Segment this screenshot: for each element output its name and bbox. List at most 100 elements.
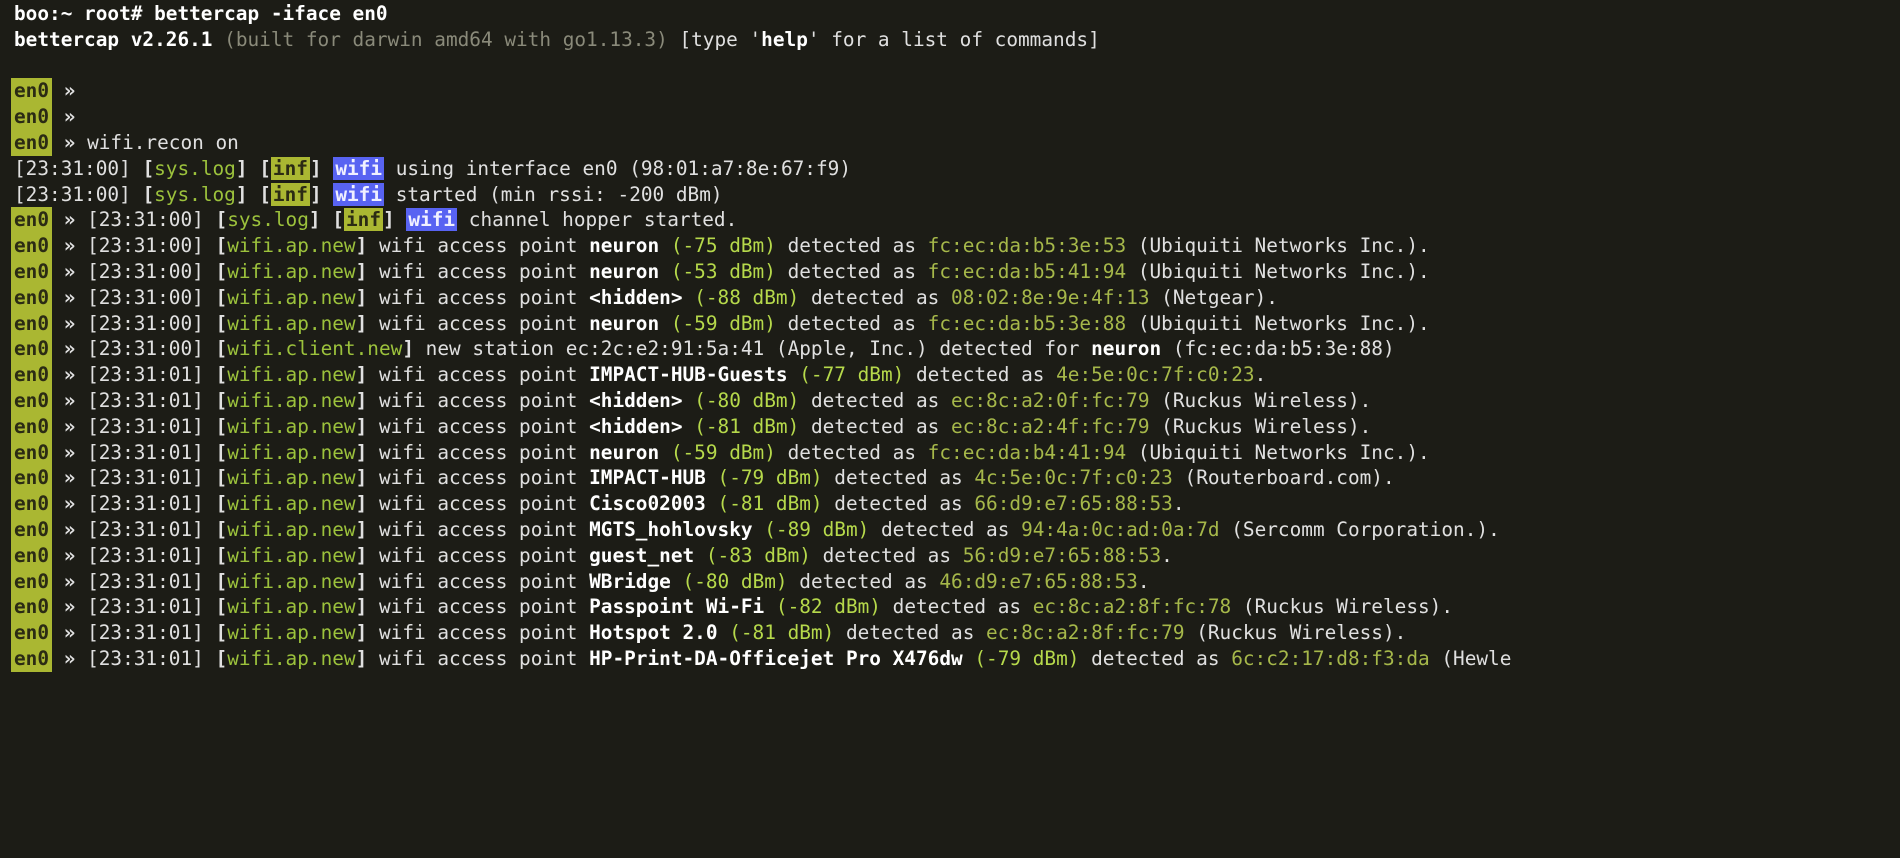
bracket-l: [ bbox=[216, 518, 228, 541]
banner-line: bettercap v2.26.1 (built for darwin amd6… bbox=[0, 27, 1900, 53]
ap-prefix: wifi access point bbox=[367, 518, 589, 541]
client-msg1: new station ec:2c:e2:91:5a:41 (Apple, In… bbox=[414, 337, 1091, 360]
prompt-line-recon[interactable]: en0 » wifi.recon on bbox=[0, 130, 1900, 156]
prompt-line-empty-1: en0 » bbox=[0, 78, 1900, 104]
ap-rssi: (-79 dBm) bbox=[706, 466, 823, 489]
iface-badge: en0 bbox=[11, 362, 52, 388]
dot: . bbox=[1360, 389, 1372, 412]
ap-ssid: IMPACT-HUB-Guests bbox=[589, 363, 787, 386]
ap-ssid: neuron bbox=[589, 312, 659, 335]
iface-badge: en0 bbox=[11, 388, 52, 414]
detected-as: detected as bbox=[881, 595, 1033, 618]
shell-line: boo:~ root# bettercap -iface en0 bbox=[0, 1, 1900, 27]
dot: . bbox=[1418, 234, 1430, 257]
ap-mac: ec:8c:a2:4f:fc:79 bbox=[951, 415, 1149, 438]
shell-prompt-text: boo:~ root# bettercap -iface en0 bbox=[14, 2, 388, 25]
banner-type-prefix: type ' bbox=[691, 28, 761, 51]
prompt-arrow: » bbox=[52, 260, 87, 283]
iface-badge: en0 bbox=[11, 104, 52, 130]
bracket-l: [ bbox=[332, 208, 344, 231]
ap-rssi: (-59 dBm) bbox=[659, 312, 776, 335]
prompt-arrow: » bbox=[52, 79, 75, 102]
ap-line: en0 » [23:31:01] [wifi.ap.new] wifi acce… bbox=[0, 569, 1900, 595]
ap-ssid: MGTS_hohlovsky bbox=[589, 518, 752, 541]
timestamp: [23:31:01] bbox=[87, 518, 204, 541]
ap-vendor: (Ubiquiti Networks Inc.) bbox=[1126, 312, 1418, 335]
dot: . bbox=[1418, 260, 1430, 283]
prompt-arrow: » bbox=[52, 492, 87, 515]
banner-open-bracket: [ bbox=[679, 28, 691, 51]
event-tag: wifi.ap.new bbox=[227, 647, 355, 670]
ap-mac: 66:d9:e7:65:88:53 bbox=[974, 492, 1172, 515]
iface-badge: en0 bbox=[11, 620, 52, 646]
timestamp: [23:31:00] bbox=[87, 260, 204, 283]
dot: . bbox=[1266, 286, 1278, 309]
ap-mac: ec:8c:a2:8f:fc:78 bbox=[1033, 595, 1231, 618]
ap-ssid: neuron bbox=[589, 441, 659, 464]
dot: . bbox=[1255, 363, 1267, 386]
bracket-l: [ bbox=[216, 570, 228, 593]
iface-badge: en0 bbox=[11, 285, 52, 311]
ap-mac: 46:d9:e7:65:88:53 bbox=[939, 570, 1137, 593]
detected-as: detected as bbox=[823, 492, 975, 515]
bracket-l: [ bbox=[216, 647, 228, 670]
ap-line: en0 » [23:31:01] [wifi.ap.new] wifi acce… bbox=[0, 620, 1900, 646]
event-tag: wifi.ap.new bbox=[227, 312, 355, 335]
timestamp: [23:31:01] bbox=[87, 389, 204, 412]
prompt-arrow: » bbox=[52, 337, 87, 360]
iface-badge: en0 bbox=[11, 569, 52, 595]
syslog-line-2: [23:31:00] [sys.log] [inf] wifi started … bbox=[0, 182, 1900, 208]
ap-prefix: wifi access point bbox=[367, 312, 589, 335]
iface-badge: en0 bbox=[11, 130, 52, 156]
dot: . bbox=[1395, 621, 1407, 644]
ap-rssi: (-88 dBm) bbox=[683, 286, 800, 309]
ap-mac: 08:02:8e:9e:4f:13 bbox=[951, 286, 1149, 309]
terminal[interactable]: boo:~ root# bettercap -iface en0 betterc… bbox=[0, 0, 1900, 672]
bracket-r: ] bbox=[356, 621, 368, 644]
event-tag: wifi.ap.new bbox=[227, 466, 355, 489]
prompt-arrow: » bbox=[52, 518, 87, 541]
dot: . bbox=[1360, 415, 1372, 438]
ap-prefix: wifi access point bbox=[367, 363, 589, 386]
bracket-l: [ bbox=[259, 183, 271, 206]
event-tag: wifi.ap.new bbox=[227, 234, 355, 257]
bracket-r: ] bbox=[356, 441, 368, 464]
timestamp: [23:31:00] bbox=[87, 286, 204, 309]
ap-prefix: wifi access point bbox=[367, 595, 589, 618]
ap-vendor: (Ubiquiti Networks Inc.) bbox=[1126, 234, 1418, 257]
timestamp: [23:31:01] bbox=[87, 441, 204, 464]
bracket-r: ] bbox=[356, 570, 368, 593]
event-tag: wifi.ap.new bbox=[227, 544, 355, 567]
bracket-l: [ bbox=[216, 595, 228, 618]
ap-rssi: (-77 dBm) bbox=[788, 363, 905, 386]
bracket-r: ] bbox=[383, 208, 395, 231]
ap-mac: ec:8c:a2:0f:fc:79 bbox=[951, 389, 1149, 412]
dot: . bbox=[1138, 570, 1150, 593]
banner-help: help bbox=[761, 28, 808, 51]
client-msg2: (fc:ec:da:b5:3e:88) bbox=[1161, 337, 1394, 360]
cmd-input[interactable]: wifi.recon on bbox=[87, 131, 239, 154]
prompt-arrow: » bbox=[52, 595, 87, 618]
prompt-arrow: » bbox=[52, 312, 87, 335]
bracket-l: [ bbox=[216, 466, 228, 489]
timestamp: [23:31:01] bbox=[87, 492, 204, 515]
iface-badge: en0 bbox=[11, 233, 52, 259]
bracket-r: ] bbox=[356, 260, 368, 283]
timestamp: [23:31:01] bbox=[87, 647, 204, 670]
prompt-arrow: » bbox=[52, 466, 87, 489]
bracket-r: ] bbox=[356, 415, 368, 438]
detected-as: detected as bbox=[869, 518, 1021, 541]
event-tag: wifi.ap.new bbox=[227, 595, 355, 618]
ap-prefix: wifi access point bbox=[367, 234, 589, 257]
prompt-arrow: » bbox=[52, 647, 87, 670]
bracket-r: ] bbox=[356, 544, 368, 567]
inf-badge: inf bbox=[344, 208, 383, 231]
dot: . bbox=[1441, 595, 1453, 618]
detected-as: detected as bbox=[776, 234, 928, 257]
dot: . bbox=[1383, 466, 1395, 489]
client-ssid: neuron bbox=[1091, 337, 1161, 360]
event-tag: wifi.ap.new bbox=[227, 389, 355, 412]
bracket-r: ] bbox=[356, 647, 368, 670]
bracket-l: [ bbox=[216, 234, 228, 257]
event-tag: wifi.ap.new bbox=[227, 518, 355, 541]
